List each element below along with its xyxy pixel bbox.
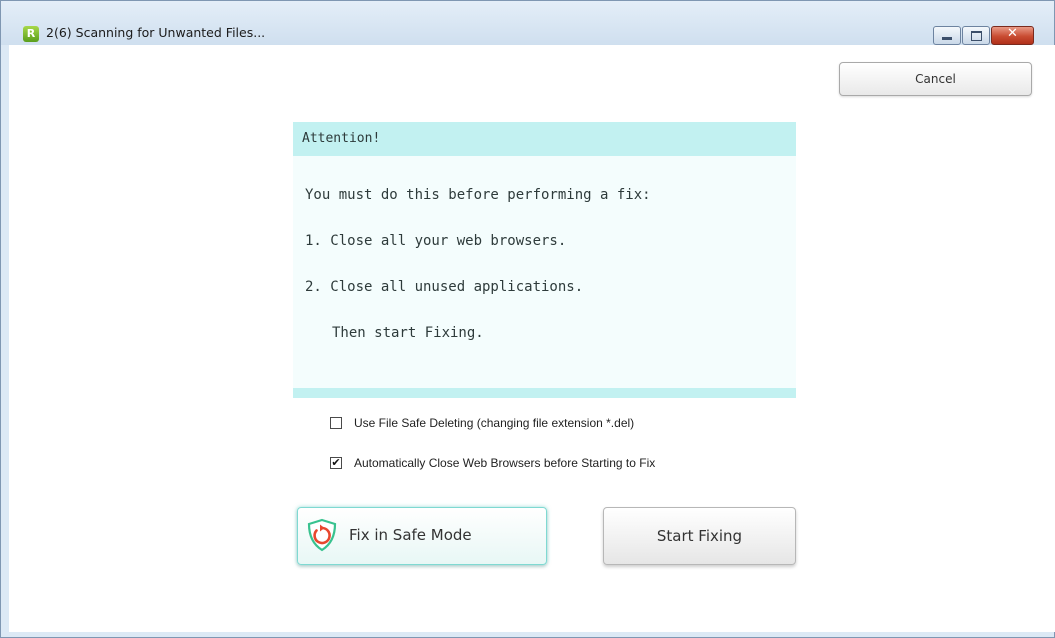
safe-delete-label[interactable]: Use File Safe Deleting (changing file ex… [354,416,634,430]
scan-window: R 2(6) Scanning for Unwanted Files... ✕ … [0,0,1055,638]
minimize-button[interactable] [933,26,961,45]
title-bar[interactable]: R 2(6) Scanning for Unwanted Files... ✕ [1,1,1054,45]
fix-safe-mode-label: Fix in Safe Mode [349,526,472,544]
maximize-button[interactable] [962,26,990,45]
start-fixing-button[interactable]: Start Fixing [603,507,796,565]
app-logo-icon: R [23,26,39,42]
attention-header: Attention! [293,122,796,156]
dialog-content: Cancel Attention! You must do this befor… [9,45,1055,632]
attention-step: 2. Close all unused applications. [305,279,584,295]
cancel-button[interactable]: Cancel [839,62,1032,96]
close-button[interactable]: ✕ [991,26,1034,45]
attention-outro: Then start Fixing. [332,325,484,341]
fix-safe-mode-button[interactable]: Fix in Safe Mode [297,507,547,565]
panel-footer-bar [293,388,796,398]
shield-refresh-icon [307,518,337,552]
attention-intro: You must do this before performing a fix… [305,187,651,203]
window-title: 2(6) Scanning for Unwanted Files... [46,25,266,40]
safe-delete-checkbox[interactable] [330,417,342,429]
close-icon: ✕ [1007,26,1018,41]
attention-step: 1. Close all your web browsers. [305,233,567,249]
maximize-icon [971,31,982,41]
auto-close-label[interactable]: Automatically Close Web Browsers before … [354,456,655,470]
attention-panel: Attention! You must do this before perfo… [293,122,796,398]
minimize-icon [942,37,952,40]
auto-close-checkbox[interactable]: ✔ [330,457,342,469]
